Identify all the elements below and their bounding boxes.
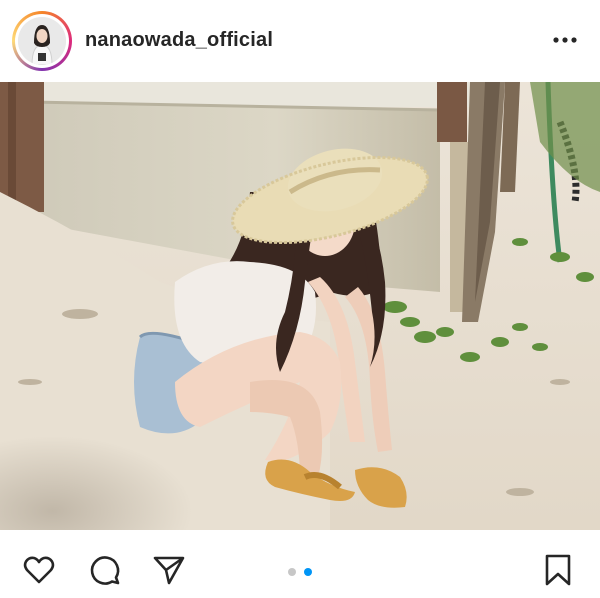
avatar-image bbox=[18, 17, 66, 65]
action-bar bbox=[0, 538, 600, 598]
carousel-dot-active bbox=[304, 568, 312, 576]
like-button[interactable] bbox=[22, 553, 56, 587]
post-header: nanaowada_official bbox=[0, 0, 600, 82]
story-ring[interactable] bbox=[12, 11, 72, 71]
share-icon bbox=[153, 556, 185, 585]
carousel-dot bbox=[288, 568, 296, 576]
username[interactable]: nanaowada_official bbox=[85, 29, 273, 52]
avatar[interactable] bbox=[18, 17, 66, 65]
share-button[interactable] bbox=[152, 553, 186, 587]
bookmark-icon bbox=[545, 554, 571, 586]
comment-icon bbox=[90, 556, 120, 585]
more-options-button[interactable] bbox=[550, 30, 580, 50]
post-photo[interactable] bbox=[0, 82, 600, 530]
photo-image bbox=[0, 82, 600, 530]
save-button[interactable] bbox=[541, 553, 575, 587]
comment-button[interactable] bbox=[88, 553, 122, 587]
more-horizontal-icon bbox=[553, 37, 577, 43]
heart-icon bbox=[23, 556, 55, 584]
